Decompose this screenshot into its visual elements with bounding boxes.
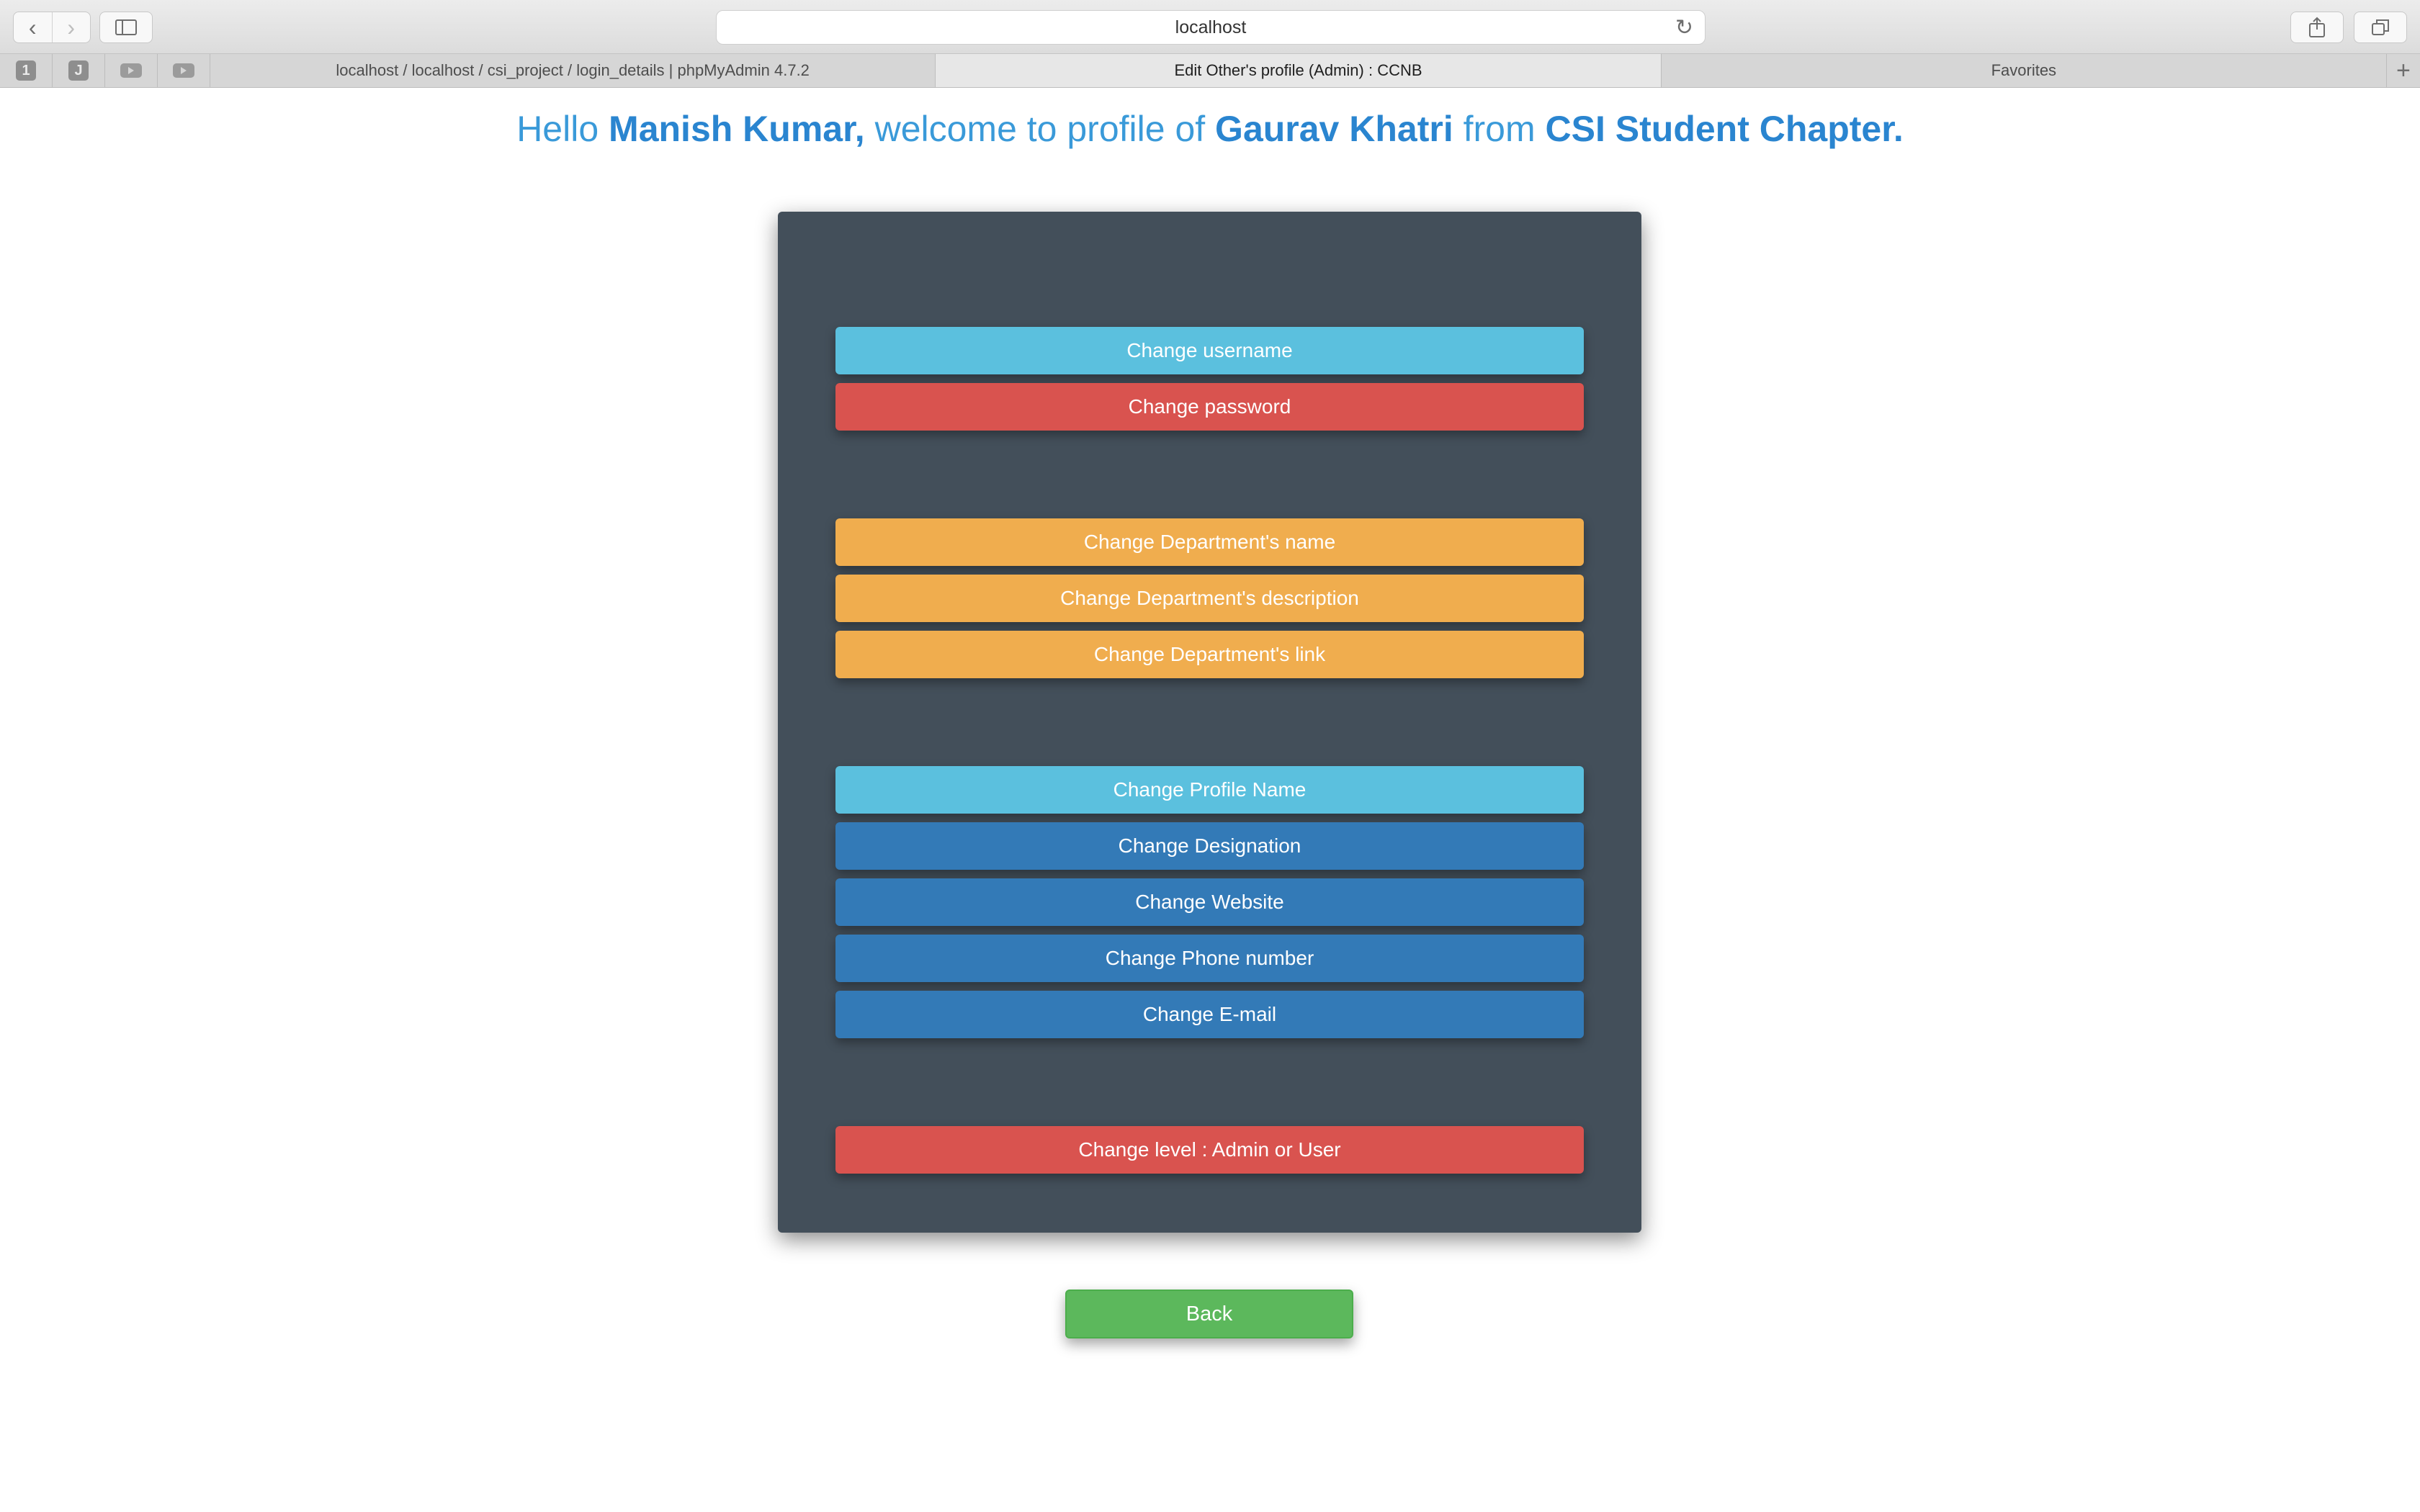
address-bar[interactable]: localhost ↻ (716, 10, 1706, 45)
change-designation-button[interactable]: Change Designation (835, 822, 1584, 870)
pinned-tab-youtube[interactable] (105, 54, 158, 87)
sidebar-toggle-icon[interactable] (99, 12, 153, 43)
address-text: localhost (1175, 17, 1247, 37)
browser-toolbar: ‹ › localhost ↻ (0, 0, 2420, 54)
greeting-from: from (1463, 109, 1536, 149)
back-arrow-icon[interactable]: ‹ (14, 12, 52, 42)
greeting-mid: welcome to profile of (874, 109, 1206, 149)
pinned-tab-youtube-2[interactable] (158, 54, 210, 87)
tabs-overview-icon[interactable] (2354, 12, 2407, 43)
change-phone-button[interactable]: Change Phone number (835, 935, 1584, 982)
tab-phpmyadmin[interactable]: localhost / localhost / csi_project / lo… (210, 54, 936, 87)
video-icon (120, 63, 142, 78)
pinned-tab-badge: 1 (16, 60, 36, 81)
tab-bar: 1 J localhost / localhost / csi_project … (0, 54, 2420, 88)
share-icon[interactable] (2290, 12, 2344, 43)
organization-name: CSI Student Chapter. (1545, 109, 1904, 149)
tab-favorites[interactable]: Favorites (1662, 54, 2387, 87)
history-navigation: ‹ › (13, 12, 91, 43)
welcome-heading: Hello Manish Kumar, welcome to profile o… (0, 108, 2420, 150)
pinned-tab-j[interactable]: J (53, 54, 105, 87)
change-website-button[interactable]: Change Website (835, 878, 1584, 926)
new-tab-plus-icon[interactable]: + (2387, 54, 2420, 87)
pinned-tab-badge: J (68, 60, 89, 81)
profile-actions-panel: Change username Change password Change D… (778, 212, 1641, 1233)
back-button[interactable]: Back (1065, 1290, 1353, 1338)
change-email-button[interactable]: Change E-mail (835, 991, 1584, 1038)
change-profile-name-button[interactable]: Change Profile Name (835, 766, 1584, 814)
change-password-button[interactable]: Change password (835, 383, 1584, 431)
admin-name: Manish Kumar, (609, 109, 865, 149)
reload-icon[interactable]: ↻ (1675, 15, 1693, 40)
profile-name: Gaurav Khatri (1215, 109, 1453, 149)
change-department-name-button[interactable]: Change Department's name (835, 518, 1584, 566)
change-username-button[interactable]: Change username (835, 327, 1584, 374)
tab-edit-profile[interactable]: Edit Other's profile (Admin) : CCNB (936, 54, 1662, 87)
pinned-tab-1[interactable]: 1 (0, 54, 53, 87)
change-department-link-button[interactable]: Change Department's link (835, 631, 1584, 678)
change-level-button[interactable]: Change level : Admin or User (835, 1126, 1584, 1174)
greeting-hello: Hello (516, 109, 599, 149)
forward-arrow-icon[interactable]: › (51, 12, 91, 42)
change-department-description-button[interactable]: Change Department's description (835, 575, 1584, 622)
video-icon (173, 63, 194, 78)
